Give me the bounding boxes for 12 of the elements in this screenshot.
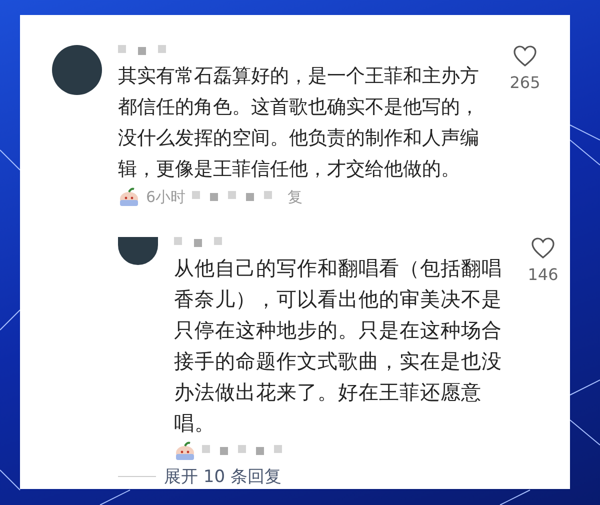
- comment-text: 从他自己的写作和翻唱看（包括翻唱 香奈儿），可以看出他的审美决不是 只停在这种地步的。只是在这种场合 接手的命题作文式歌曲，实在是也没 办法做出花来了。好在王菲还愿意 唱。: [174, 255, 502, 437]
- comment-time: 6小时: [146, 188, 186, 206]
- like-icon[interactable]: [531, 237, 555, 259]
- expand-replies-link[interactable]: 展开 10 条回复: [164, 465, 282, 488]
- like-icon[interactable]: [513, 45, 537, 67]
- like-count: 265: [510, 73, 540, 92]
- sticker-icon: [174, 441, 196, 461]
- sticker-icon: [118, 187, 140, 207]
- avatar[interactable]: [52, 45, 102, 95]
- comment-text: 其实有常石磊算好的，是一个王菲和主办方 都信任的角色。这首歌也确实不是他写的， 没什么发挥的空间。他负责的制作和人声编 辑，更像是王菲信任他，才交给他做的。: [118, 64, 480, 182]
- like-count: 146: [528, 265, 558, 284]
- avatar[interactable]: [118, 237, 158, 265]
